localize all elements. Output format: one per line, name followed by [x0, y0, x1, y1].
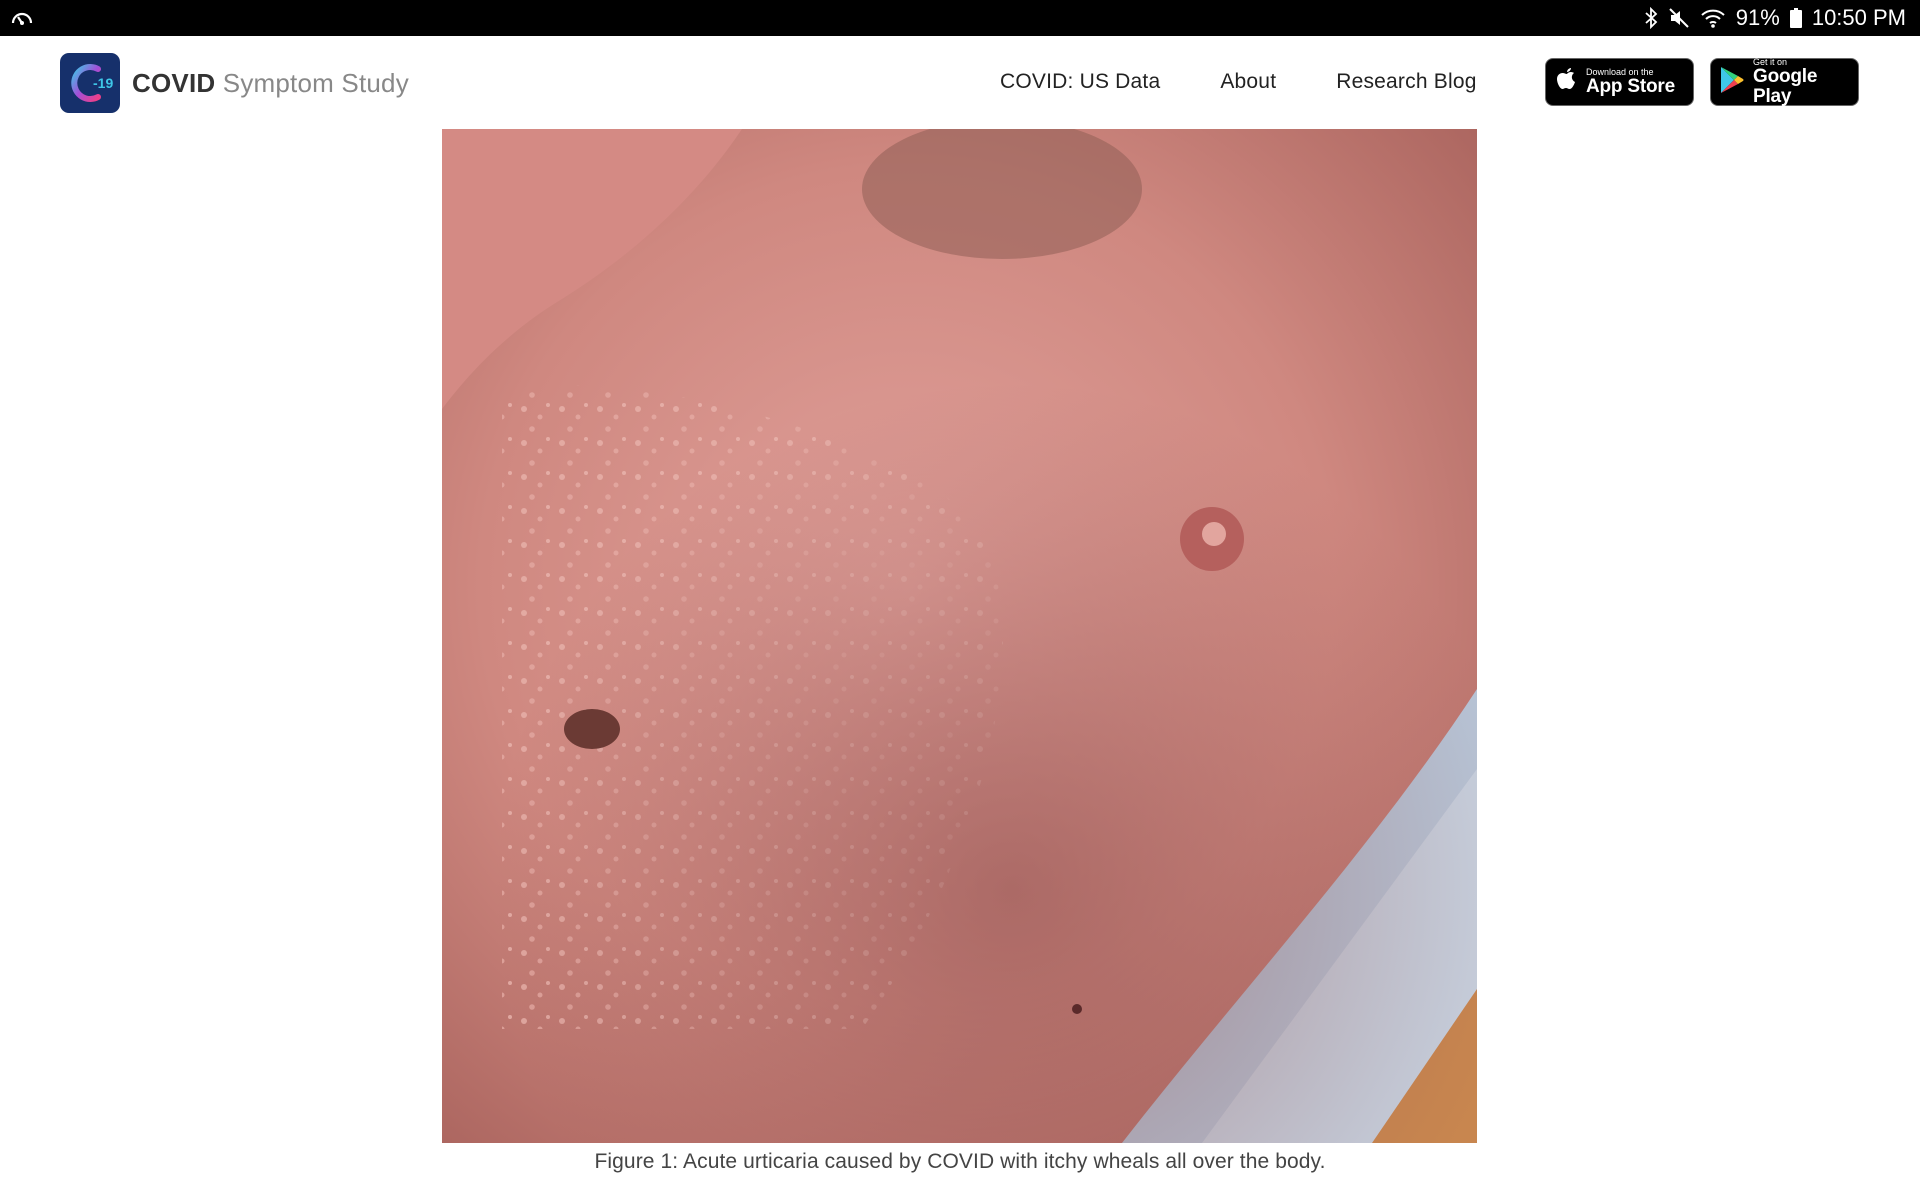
mute-icon — [1668, 7, 1690, 29]
figure-photo — [442, 129, 1477, 1143]
nav-research-blog[interactable]: Research Blog — [1336, 70, 1476, 94]
urticaria-photo — [442, 129, 1477, 1143]
speedometer-icon — [10, 8, 34, 28]
app-store-big-label: App Store — [1586, 76, 1675, 97]
clock: 10:50 PM — [1811, 5, 1906, 30]
status-bar: 91% 10:50 PM — [0, 0, 1920, 36]
brand-name: COVID Symptom Study — [132, 68, 409, 99]
google-play-big-label: Google Play — [1753, 66, 1818, 107]
figure-caption: Figure 1: Acute urticaria caused by COVI… — [594, 1150, 1326, 1173]
logo-mark-text: -19 — [93, 75, 113, 91]
wifi-icon — [1700, 7, 1726, 29]
brand-name-strong: COVID — [132, 67, 216, 98]
google-play-button[interactable]: Get it on Google Play — [1710, 57, 1859, 107]
main-nav: COVID: US Data About Research Blog — [1000, 36, 1477, 128]
battery-percent: 91% — [1735, 5, 1780, 30]
nav-about[interactable]: About — [1220, 70, 1276, 94]
nav-us-data[interactable]: COVID: US Data — [1000, 70, 1160, 94]
brand-home-link[interactable]: -19 COVID Symptom Study — [60, 53, 409, 113]
app-store-button[interactable]: Download on the App Store — [1545, 58, 1694, 106]
brand-name-light: Symptom Study — [222, 67, 409, 98]
site-header: -19 COVID Symptom Study COVID: US Data A… — [0, 36, 1920, 128]
bluetooth-icon — [1644, 7, 1658, 29]
google-play-icon — [1719, 66, 1745, 99]
battery-icon — [1789, 8, 1802, 28]
covid-app-logo: -19 — [60, 53, 120, 113]
apple-icon — [1556, 67, 1578, 98]
